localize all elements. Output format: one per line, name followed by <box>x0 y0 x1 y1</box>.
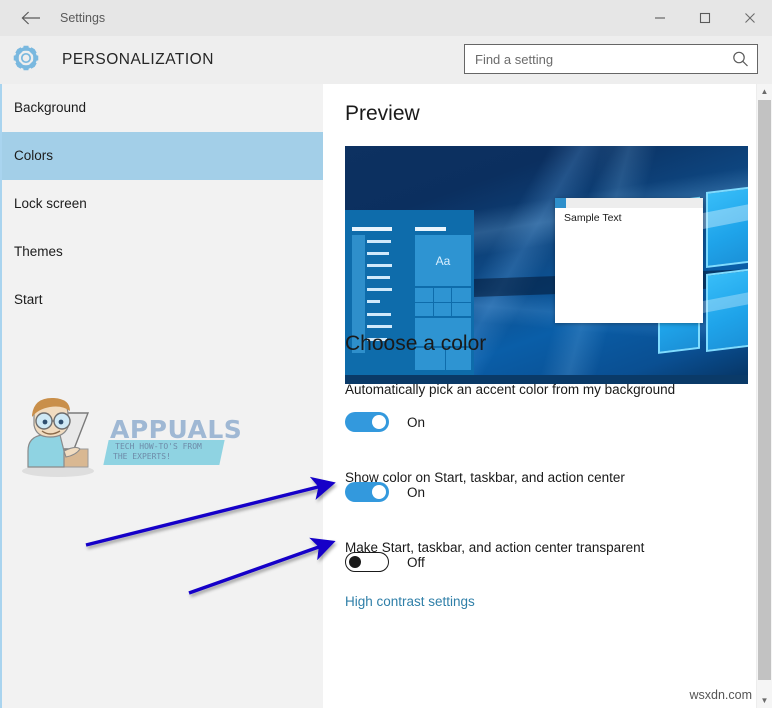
sample-window-mock: Sample Text <box>555 198 703 323</box>
content-scrollbar[interactable]: ▲ ▼ <box>756 84 772 708</box>
sample-window-text: Sample Text <box>564 212 622 224</box>
toggle-transparent[interactable] <box>345 552 389 572</box>
sidebar-item-background[interactable]: Background <box>2 84 323 132</box>
tile-text: Aa <box>415 235 471 286</box>
back-arrow-icon <box>21 11 40 25</box>
toggle-state-transparent: Off <box>407 554 425 570</box>
back-button[interactable] <box>8 0 54 36</box>
toggle-row-auto-accent: On <box>345 411 425 433</box>
maximize-icon <box>699 12 710 24</box>
search-input[interactable] <box>465 45 727 73</box>
minimize-button[interactable] <box>637 0 682 36</box>
minimize-icon <box>654 17 665 19</box>
appuals-tagline: TECH HOW-TO'S FROM THE EXPERTS! <box>103 440 225 465</box>
window-title: Settings <box>60 11 106 25</box>
toggle-auto-accent[interactable] <box>345 412 389 432</box>
preview-heading: Preview <box>345 102 420 125</box>
scrollbar-thumb[interactable] <box>758 100 771 680</box>
scroll-down-button[interactable]: ▼ <box>757 693 772 708</box>
toggle-show-color[interactable] <box>345 482 389 502</box>
sidebar-item-themes[interactable]: Themes <box>2 228 323 276</box>
window-titlebar: Settings <box>0 0 772 37</box>
close-icon <box>744 13 755 23</box>
window-controls <box>637 0 772 36</box>
setting-label-auto-accent: Automatically pick an accent color from … <box>345 382 676 397</box>
high-contrast-settings-link[interactable]: High contrast settings <box>345 594 475 609</box>
appuals-mascot-icon <box>22 397 94 477</box>
page-header: PERSONALIZATION <box>0 36 772 84</box>
search-box[interactable] <box>464 44 758 74</box>
settings-window: Settings PERSONALIZATION Find a setting … <box>0 0 772 708</box>
sidebar-item-start[interactable]: Start <box>2 276 323 324</box>
choose-color-heading: Choose a color <box>345 332 487 355</box>
scroll-up-button[interactable]: ▲ <box>757 84 772 99</box>
sidebar-item-lock-screen[interactable]: Lock screen <box>2 180 323 228</box>
toggle-row-transparent: Off <box>345 551 425 573</box>
maximize-button[interactable] <box>682 0 727 36</box>
sample-window-titlebar <box>555 198 703 208</box>
toggle-state-auto-accent: On <box>407 414 426 430</box>
appuals-tagline-line1: TECH HOW-TO'S FROM <box>115 442 202 451</box>
close-button[interactable] <box>727 0 772 36</box>
toggle-row-show-color: On <box>345 481 425 503</box>
search-icon[interactable] <box>731 50 751 68</box>
site-watermark: wsxdn.com <box>689 688 752 702</box>
toggle-state-show-color: On <box>407 484 426 500</box>
gear-icon <box>11 43 41 73</box>
content-pane: Preview Aa Sample Text Choose a color Au… <box>323 84 772 708</box>
appuals-watermark: APPUALS TECH HOW-TO'S FROM THE EXPERTS! <box>14 393 242 489</box>
page-title: PERSONALIZATION <box>62 51 214 68</box>
sidebar-item-colors[interactable]: Colors <box>2 132 323 180</box>
sample-window-accent <box>555 198 566 208</box>
appuals-tagline-line2: THE EXPERTS! <box>113 452 171 461</box>
